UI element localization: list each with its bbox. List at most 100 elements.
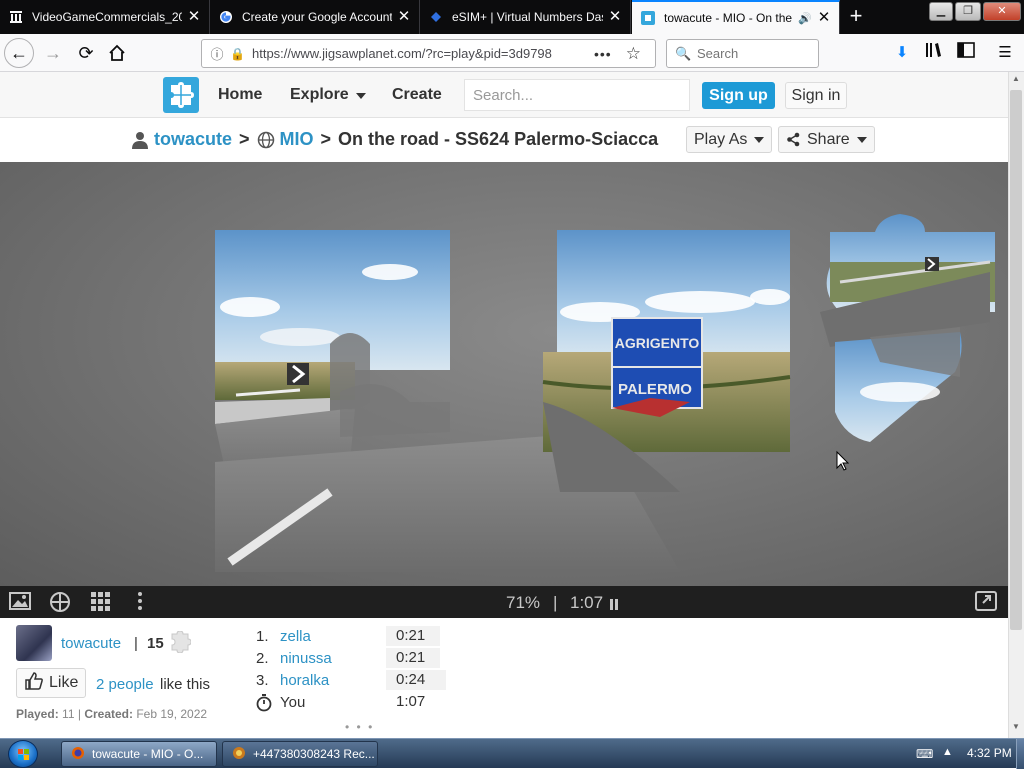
close-window-button[interactable]: ✕ (983, 2, 1021, 21)
close-tab-icon[interactable]: ✕ (396, 9, 412, 25)
puzzle-piece-cluster-right[interactable] (820, 214, 995, 442)
maximize-button[interactable]: ❐ (955, 2, 981, 21)
more-options-icon[interactable] (128, 591, 152, 613)
site-header: Home Explore Create Sign up Sign in (0, 72, 1008, 118)
close-tab-icon[interactable]: ✕ (816, 10, 832, 26)
meta-separator: | (77, 707, 81, 721)
chevron-down-icon (754, 136, 765, 143)
ghost-image-icon[interactable] (48, 591, 72, 613)
chevron-down-icon (856, 136, 867, 143)
fullscreen-icon[interactable] (974, 591, 998, 613)
pause-icon[interactable] (610, 598, 620, 610)
forward-button[interactable]: → (39, 39, 67, 67)
windows-taskbar: towacute - MIO - O... +447380308243 Rec.… (0, 738, 1024, 769)
download-icon[interactable]: ⬇ (891, 42, 913, 64)
sort-pieces-icon[interactable] (88, 591, 112, 613)
browser-search-input[interactable] (697, 46, 817, 61)
share-label: Share (807, 130, 850, 148)
reload-button[interactable]: ⟳ (72, 39, 100, 67)
scroll-down-arrow-icon[interactable]: ▼ (1008, 722, 1024, 736)
page-actions-icon[interactable]: ••• (594, 46, 612, 62)
close-tab-icon[interactable]: ✕ (607, 9, 623, 25)
created-label: Created: (84, 707, 133, 721)
home-icon (109, 44, 125, 61)
created-value: Feb 19, 2022 (136, 707, 208, 721)
share-button[interactable]: Share (778, 126, 875, 153)
address-bar[interactable]: ⓘ 🔒 https://www.jigsawplanet.com/?rc=pla… (201, 39, 656, 68)
browser-tab[interactable]: VideoGameCommercials_201 ✕ (0, 0, 210, 34)
page-title: On the road - SS624 Palermo-Sciacca (338, 129, 659, 149)
back-button[interactable]: ← (4, 38, 34, 68)
show-desktop-button[interactable] (1016, 739, 1024, 769)
browser-tab[interactable]: eSIM+ | Virtual Numbers Dash ✕ (420, 0, 631, 34)
taskbar-item-app[interactable]: +447380308243 Rec... (222, 741, 378, 767)
scroll-up-arrow-icon[interactable]: ▲ (1008, 74, 1024, 88)
play-as-button[interactable]: Play As (686, 126, 773, 153)
like-button[interactable]: Like (16, 668, 86, 698)
signin-button[interactable]: Sign in (785, 82, 847, 109)
info-icon[interactable]: ⓘ (208, 44, 226, 63)
google-icon (218, 9, 234, 25)
browser-search-box[interactable]: 🔍 (666, 39, 819, 68)
close-tab-icon[interactable]: ✕ (186, 9, 202, 25)
progress-percent: 71% (506, 593, 541, 612)
like-count-link[interactable]: 2 people (96, 676, 154, 693)
puzzle-canvas[interactable]: AGRIGENTO PALERMO (0, 162, 1008, 586)
breadcrumb: towacute > MIO > On the road - SS624 Pal… (132, 129, 658, 150)
puzzle-toolbar: 71% | 1:07 (0, 586, 1008, 618)
globe-icon (257, 131, 274, 148)
keyboard-icon[interactable]: ⌨ (916, 747, 933, 761)
tab-label: VideoGameCommercials_201 (32, 10, 182, 24)
signup-button[interactable]: Sign up (702, 82, 775, 109)
scrollbar-thumb[interactable] (1010, 90, 1022, 630)
minimize-button[interactable]: ▁ (929, 2, 953, 21)
leaderboard-player-link[interactable]: ninussa (280, 650, 332, 667)
new-tab-button[interactable]: + (843, 5, 869, 29)
url-text[interactable]: https://www.jigsawplanet.com/?rc=play&pi… (252, 46, 582, 61)
leaderboard-player-link[interactable]: zella (280, 628, 311, 645)
browser-tab[interactable]: Create your Google Account ✕ (210, 0, 420, 34)
thumbs-up-icon (25, 671, 43, 695)
nav-create[interactable]: Create (392, 86, 442, 104)
more-dots-icon[interactable]: • • • (345, 720, 374, 734)
lock-icon[interactable]: 🔒 (230, 47, 245, 61)
author-link[interactable]: towacute (61, 635, 121, 652)
sidebar-icon[interactable] (955, 42, 977, 64)
library-icon[interactable] (923, 42, 945, 64)
nav-home[interactable]: Home (218, 86, 262, 104)
start-button[interactable] (8, 740, 38, 768)
speaker-icon[interactable]: 🔊 (798, 12, 812, 25)
breadcrumb-folder-link[interactable]: MIO (280, 129, 314, 150)
nav-explore[interactable]: Explore (290, 86, 366, 104)
user-icon (132, 131, 148, 149)
puzzle-board[interactable]: AGRIGENTO PALERMO (0, 162, 1008, 586)
browser-tab-active[interactable]: towacute - MIO - On the r 🔊 ✕ (632, 0, 840, 34)
puzzle-piece-icon (171, 631, 191, 653)
leaderboard-player-link[interactable]: horalka (280, 672, 329, 689)
puzzle-piece-cluster-middle[interactable]: AGRIGENTO PALERMO (542, 230, 791, 492)
sign-text-palermo: PALERMO (618, 381, 692, 398)
taskbar-item-label: towacute - MIO - O... (92, 747, 204, 761)
tab-label: towacute - MIO - On the r (664, 11, 797, 25)
bookmark-star-icon[interactable]: ☆ (626, 44, 641, 64)
preview-image-icon[interactable] (8, 591, 32, 613)
site-search-input[interactable] (464, 79, 690, 111)
app-icon (231, 746, 247, 762)
jigsawplanet-logo[interactable] (163, 77, 199, 113)
avatar[interactable] (16, 625, 52, 661)
home-button[interactable] (103, 39, 131, 67)
menu-icon[interactable]: ☰ (994, 42, 1016, 64)
jigsaw-icon (640, 10, 656, 26)
leaderboard-rank: 3. (256, 672, 269, 689)
tray-expand-icon[interactable]: ▲ (942, 746, 953, 758)
played-value: 11 (62, 707, 75, 721)
puzzle-meta: Played: 11 | Created: Feb 19, 2022 (16, 707, 207, 721)
breadcrumb-user-link[interactable]: towacute (154, 129, 232, 150)
played-label: Played: (16, 707, 59, 721)
taskbar-item-firefox[interactable]: towacute - MIO - O... (61, 741, 217, 767)
archive-icon (8, 9, 24, 25)
clock[interactable]: 4:32 PM (967, 746, 1012, 760)
leaderboard-row: 1. zella 0:21 (256, 626, 456, 648)
like-label: Like (49, 674, 79, 691)
firefox-icon (70, 746, 86, 762)
